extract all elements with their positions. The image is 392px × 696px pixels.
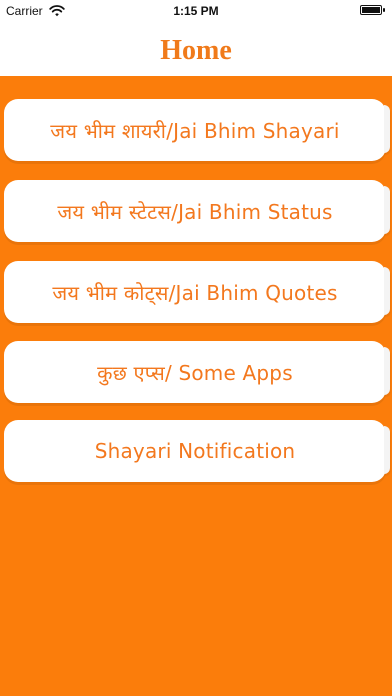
- some-apps-button[interactable]: कुछ एप्स/ Some Apps: [4, 341, 390, 403]
- jai-bhim-quotes-button[interactable]: जय भीम कोट्स/Jai Bhim Quotes: [4, 261, 390, 323]
- shayari-notification-button[interactable]: Shayari Notification: [4, 420, 390, 482]
- menu-item-label: जय भीम स्टेटस/Jai Bhim Status: [57, 199, 333, 224]
- jai-bhim-shayari-button[interactable]: जय भीम शायरी/Jai Bhim Shayari: [4, 99, 390, 161]
- battery-level: [362, 7, 380, 13]
- menu-item-label: जय भीम शायरी/Jai Bhim Shayari: [50, 118, 340, 143]
- battery-icon: [360, 5, 385, 15]
- content-area: जय भीम शायरी/Jai Bhim Shayari जय भीम स्ट…: [0, 76, 392, 696]
- status-time: 1:15 PM: [173, 4, 219, 18]
- menu-item-label: जय भीम कोट्स/Jai Bhim Quotes: [52, 280, 338, 305]
- navigation-bar: Home: [0, 22, 392, 76]
- jai-bhim-status-button[interactable]: जय भीम स्टेटस/Jai Bhim Status: [4, 180, 390, 242]
- page-title: Home: [160, 35, 232, 66]
- menu-item-label: Shayari Notification: [94, 439, 296, 463]
- menu-item-label: कुछ एप्स/ Some Apps: [97, 360, 293, 385]
- status-bar: Carrier 1:15 PM: [0, 0, 392, 22]
